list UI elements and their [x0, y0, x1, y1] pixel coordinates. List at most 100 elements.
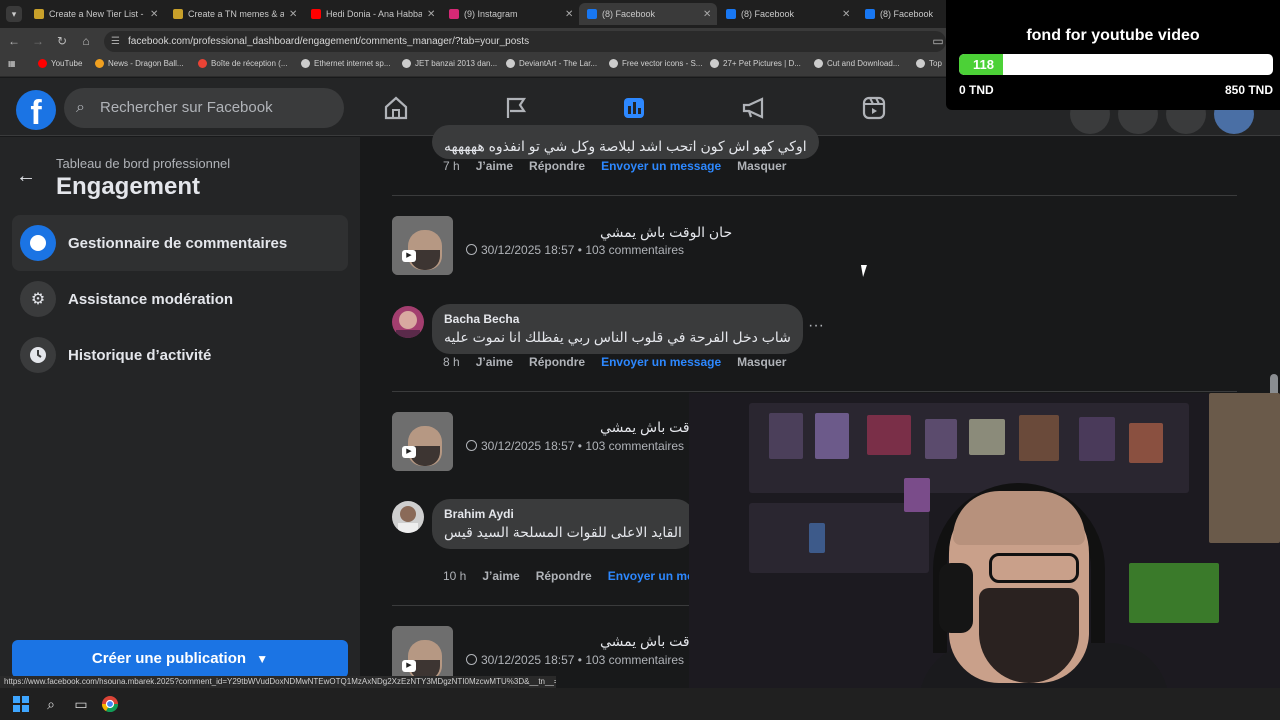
reel-icon: ▶	[402, 446, 416, 458]
bookmark-item[interactable]: Boîte de réception (...	[198, 59, 288, 68]
bookmark-favicon-icon	[198, 59, 207, 68]
bookmark-item[interactable]: Top	[916, 59, 942, 68]
favicon-icon	[173, 9, 183, 19]
taskbar: ⌕ ▭	[0, 688, 1280, 720]
cast-icon[interactable]: ▭	[930, 34, 946, 48]
like-button[interactable]: J’aime	[476, 355, 513, 369]
donation-goal-overlay: fond for youtube video 118 0 TND 850 TND	[946, 0, 1280, 110]
search-icon[interactable]: ⌕	[43, 696, 59, 712]
url-bar[interactable]: ☰ facebook.com/professional_dashboard/en…	[104, 31, 946, 52]
bookmark-favicon-icon	[710, 59, 719, 68]
comment-text: اوكي كهو اش كون اتحب اشد لبلاصة وكل شي ت…	[444, 138, 807, 154]
post-thumbnail[interactable]: ▶	[392, 216, 453, 275]
browser-tab[interactable]: (9) Instagram ✕	[441, 3, 579, 25]
like-button[interactable]: J’aime	[482, 569, 519, 583]
browser-tab[interactable]: Create a New Tier List - Ti ✕	[26, 3, 164, 25]
sidebar-item-activity-history[interactable]: Historique d’activité	[12, 327, 348, 383]
donation-min-label: 0 TND	[959, 83, 994, 97]
more-options-icon[interactable]: ···	[808, 317, 824, 335]
hide-button[interactable]: Masquer	[737, 355, 786, 369]
reply-button[interactable]: Répondre	[529, 159, 585, 173]
favicon-icon	[865, 9, 875, 19]
post-text[interactable]: حان الوقت باش يمشي	[600, 224, 732, 241]
task-view-icon[interactable]: ▭	[73, 696, 89, 712]
globe-icon	[466, 244, 477, 255]
comment-time[interactable]: 7 h	[443, 159, 460, 173]
bookmark-label: News - Dragon Ball...	[108, 59, 184, 68]
home-icon[interactable]	[381, 96, 411, 122]
globe-icon	[466, 440, 477, 451]
home-icon[interactable]: ⌂	[78, 34, 94, 48]
donation-current-value: 118	[973, 57, 994, 72]
comment-actions: 7 h J’aime Répondre Envoyer un message M…	[443, 159, 786, 173]
browser-tab[interactable]: (8) Facebook ✕	[718, 3, 856, 25]
forward-icon[interactable]: →	[30, 34, 46, 48]
bookmark-item[interactable]: Ethernet internet sp...	[301, 59, 391, 68]
comment-author[interactable]: Brahim Aydi	[444, 507, 682, 521]
avatar[interactable]	[392, 306, 424, 338]
browser-tab[interactable]: (8) Facebook ✕	[579, 3, 717, 25]
megaphone-icon[interactable]	[739, 96, 769, 122]
avatar[interactable]	[392, 501, 424, 533]
like-button[interactable]: J’aime	[476, 159, 513, 173]
chrome-icon[interactable]	[101, 696, 119, 713]
browser-tab[interactable]: Create a TN memes & ac ✕	[165, 3, 303, 25]
divider	[392, 391, 1237, 392]
post-date[interactable]: 30/12/2025 18:57	[481, 243, 574, 257]
favicon-icon	[449, 9, 459, 19]
bookmark-item[interactable]: Cut and Download...	[814, 59, 900, 68]
post-date[interactable]: 30/12/2025 18:57	[481, 439, 574, 453]
apps-icon[interactable]: ▦	[8, 59, 16, 68]
tab-search-button[interactable]: ▾	[6, 6, 22, 22]
reply-button[interactable]: Répondre	[529, 355, 585, 369]
reload-icon[interactable]: ↻	[54, 34, 70, 48]
sidebar-item-moderation-assist[interactable]: ⚙ Assistance modération	[12, 271, 348, 327]
dashboard-icon[interactable]	[619, 96, 649, 122]
search-icon: ⌕	[76, 99, 85, 116]
post-text[interactable]: وقت باش يمشي	[600, 633, 696, 650]
bookmark-item[interactable]: 27+ Pet Pictures | D...	[710, 59, 801, 68]
post-text[interactable]: وقت باش يمشي	[600, 419, 696, 436]
post-comments-count[interactable]: 103 commentaires	[585, 439, 684, 453]
close-icon[interactable]: ✕	[565, 9, 579, 20]
browser-tab[interactable]: Hedi Donia - Ana Habbay ✕	[303, 3, 441, 25]
bookmark-item[interactable]: Free vector icons - S...	[609, 59, 702, 68]
search-input[interactable]: ⌕ Rechercher sur Facebook	[64, 88, 344, 128]
create-post-button[interactable]: Créer une publication ▼	[12, 640, 348, 678]
bookmark-item[interactable]: DeviantArt - The Lar...	[506, 59, 597, 68]
back-arrow-icon[interactable]: ←	[16, 165, 36, 188]
close-icon[interactable]: ✕	[289, 9, 303, 20]
bookmark-favicon-icon	[814, 59, 823, 68]
flag-icon[interactable]	[501, 96, 531, 122]
post-comments-count[interactable]: 103 commentaires	[585, 653, 684, 667]
bookmark-item[interactable]: YouTube	[38, 59, 82, 68]
close-icon[interactable]: ✕	[150, 9, 164, 20]
bookmark-label: Top	[929, 59, 942, 68]
comment-time[interactable]: 10 h	[443, 569, 466, 583]
facebook-logo[interactable]: f	[16, 90, 56, 132]
close-icon[interactable]: ✕	[842, 9, 856, 20]
close-icon[interactable]: ✕	[427, 9, 441, 20]
sidebar-item-comments-manager[interactable]: Gestionnaire de commentaires	[12, 215, 348, 271]
site-info-icon[interactable]: ☰	[111, 31, 120, 52]
status-bar-url: https://www.facebook.com/hsouna.mbarek.2…	[0, 676, 556, 688]
bookmark-item[interactable]: News - Dragon Ball...	[95, 59, 184, 68]
bookmark-item[interactable]: JET banzai 2013 dan...	[402, 59, 497, 68]
comment-time[interactable]: 8 h	[443, 355, 460, 369]
post-thumbnail[interactable]: ▶	[392, 412, 453, 471]
send-message-button[interactable]: Envoyer un message	[601, 159, 721, 173]
comment-text: شاب دخل الفرحة في قلوب الناس ربي يفظلك ا…	[444, 329, 791, 345]
windows-start-icon[interactable]	[13, 696, 29, 712]
chevron-down-icon[interactable]: ▼	[256, 652, 268, 666]
close-icon[interactable]: ✕	[703, 9, 717, 20]
comment-author[interactable]: Bacha Becha	[444, 312, 791, 326]
bookmark-favicon-icon	[402, 59, 411, 68]
post-comments-count[interactable]: 103 commentaires	[585, 243, 684, 257]
hide-button[interactable]: Masquer	[737, 159, 786, 173]
reply-button[interactable]: Répondre	[536, 569, 592, 583]
tab-title: Hedi Donia - Ana Habbay	[326, 9, 422, 19]
back-icon[interactable]: ←	[6, 34, 22, 48]
post-date[interactable]: 30/12/2025 18:57	[481, 653, 574, 667]
send-message-button[interactable]: Envoyer un message	[601, 355, 721, 369]
reels-icon[interactable]	[859, 96, 889, 122]
